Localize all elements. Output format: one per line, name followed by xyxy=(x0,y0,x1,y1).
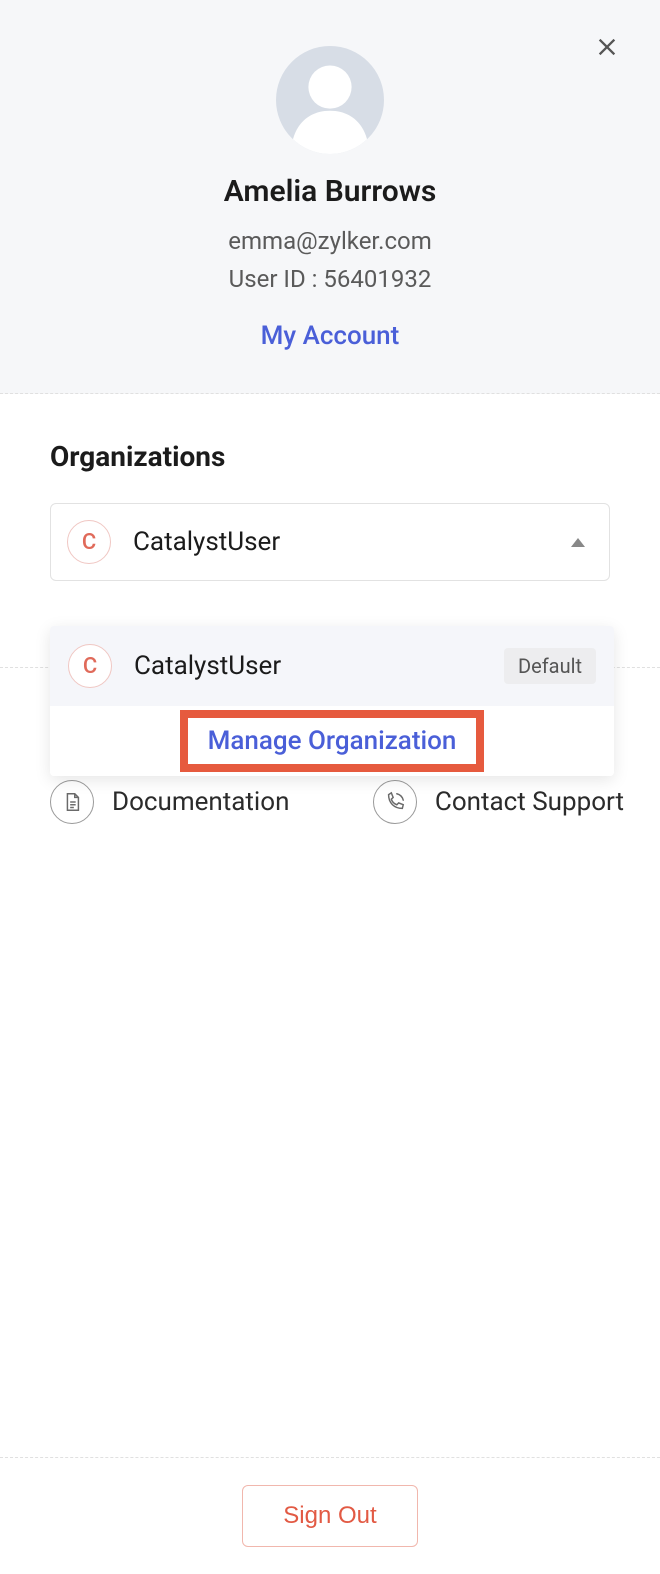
org-badge: C xyxy=(67,520,111,564)
user-email: emma@zylker.com xyxy=(0,227,660,255)
user-name: Amelia Burrows xyxy=(0,174,660,209)
avatar xyxy=(276,46,384,154)
my-account-link[interactable]: My Account xyxy=(261,321,400,351)
close-icon xyxy=(596,36,618,58)
profile-header: Amelia Burrows emma@zylker.com User ID :… xyxy=(0,0,660,394)
document-icon xyxy=(50,780,94,824)
body-section: Organizations C CatalystUser C CatalystU… xyxy=(0,394,660,1458)
manage-organization-link[interactable]: Manage Organization xyxy=(208,726,457,756)
organization-option[interactable]: C CatalystUser Default xyxy=(50,626,614,706)
organization-dropdown: C CatalystUser Default Manage Organizati… xyxy=(50,626,614,776)
footer: Sign Out xyxy=(0,1458,660,1574)
chevron-up-icon xyxy=(571,538,585,547)
sign-out-button[interactable]: Sign Out xyxy=(242,1485,417,1547)
organizations-heading: Organizations xyxy=(50,440,610,473)
org-selected-name: CatalystUser xyxy=(133,527,571,557)
user-id: User ID : 56401932 xyxy=(0,265,660,293)
quicklinks-row: Documentation Contact Support xyxy=(50,780,624,824)
manage-organization-row: Manage Organization xyxy=(50,706,614,776)
org-badge: C xyxy=(68,644,112,688)
org-option-name: CatalystUser xyxy=(134,651,504,681)
documentation-label: Documentation xyxy=(112,787,289,817)
default-badge: Default xyxy=(504,648,596,684)
avatar-placeholder-icon xyxy=(276,46,384,154)
close-button[interactable] xyxy=(590,30,624,64)
contact-support-link[interactable]: Contact Support xyxy=(373,780,624,824)
contact-support-label: Contact Support xyxy=(435,787,624,817)
documentation-link[interactable]: Documentation xyxy=(50,780,289,824)
highlight-box: Manage Organization xyxy=(180,710,485,772)
organization-select[interactable]: C CatalystUser xyxy=(50,503,610,581)
phone-icon xyxy=(373,780,417,824)
account-panel: Amelia Burrows emma@zylker.com User ID :… xyxy=(0,0,660,1574)
